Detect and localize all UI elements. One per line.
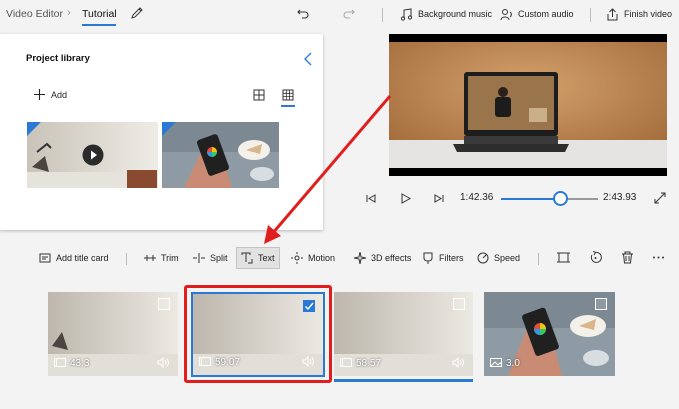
text-icon bbox=[241, 252, 253, 264]
in-use-marker bbox=[162, 122, 176, 136]
motion-icon bbox=[291, 252, 303, 264]
active-view-indicator bbox=[281, 105, 295, 107]
delete-icon[interactable] bbox=[621, 251, 634, 264]
speed-button[interactable]: Speed bbox=[473, 247, 524, 269]
image-clip-icon bbox=[490, 358, 502, 367]
title-card-icon bbox=[39, 253, 51, 263]
in-use-marker bbox=[27, 122, 41, 136]
breadcrumb-app[interactable]: Video Editor bbox=[6, 8, 63, 20]
clip-duration: 58.57 bbox=[356, 358, 382, 369]
clip-select-checkbox[interactable] bbox=[158, 298, 170, 310]
clip-progress-indicator bbox=[334, 379, 473, 382]
toolbar-divider bbox=[126, 253, 127, 265]
music-note-icon bbox=[400, 7, 413, 21]
breadcrumb-separator: › bbox=[67, 7, 71, 19]
custom-audio-icon bbox=[500, 8, 512, 20]
rotate-icon[interactable] bbox=[589, 251, 602, 264]
background-music-button[interactable]: Background music bbox=[400, 5, 492, 23]
text-label: Text bbox=[258, 253, 275, 263]
filters-label: Filters bbox=[439, 253, 464, 263]
clip-select-checkbox[interactable] bbox=[595, 298, 607, 310]
filters-icon bbox=[423, 252, 433, 264]
text-button[interactable]: Text bbox=[236, 247, 280, 269]
video-clip-icon bbox=[340, 358, 352, 367]
filters-button[interactable]: Filters bbox=[418, 247, 468, 269]
finish-video-label: Finish video bbox=[624, 9, 673, 19]
split-icon bbox=[193, 253, 205, 263]
previous-frame-icon[interactable] bbox=[366, 193, 377, 204]
custom-audio-label: Custom audio bbox=[518, 9, 574, 19]
export-icon bbox=[607, 7, 618, 20]
header-divider bbox=[590, 8, 591, 22]
volume-icon[interactable] bbox=[452, 357, 465, 368]
clip-duration: 3.0 bbox=[506, 358, 520, 369]
project-library-panel: Project library Add bbox=[0, 34, 323, 230]
play-icon[interactable] bbox=[82, 144, 104, 166]
speed-icon bbox=[477, 252, 489, 264]
3d-effects-label: 3D effects bbox=[371, 253, 412, 263]
seek-thumb[interactable] bbox=[553, 191, 569, 206]
volume-icon[interactable] bbox=[157, 357, 170, 368]
plus-icon bbox=[34, 89, 45, 100]
fullscreen-icon[interactable] bbox=[654, 192, 666, 204]
seek-progress bbox=[501, 198, 562, 200]
library-title: Project library bbox=[26, 53, 90, 64]
finish-video-button[interactable]: Finish video bbox=[606, 5, 672, 23]
edit-title-icon[interactable] bbox=[130, 6, 144, 20]
add-title-card-label: Add title card bbox=[56, 253, 109, 263]
play-button-icon[interactable] bbox=[400, 193, 411, 204]
trim-label: Trim bbox=[161, 253, 179, 263]
motion-button[interactable]: Motion bbox=[287, 247, 339, 269]
small-grid-view-icon[interactable] bbox=[282, 89, 294, 101]
preview-frame-image bbox=[389, 34, 667, 176]
highlight-annotation bbox=[184, 285, 332, 383]
library-photo-thumbnail[interactable] bbox=[162, 122, 279, 188]
3d-effects-icon bbox=[354, 252, 366, 264]
add-title-card-button[interactable]: Add title card bbox=[35, 247, 113, 269]
more-options-icon[interactable] bbox=[652, 251, 665, 264]
next-frame-icon[interactable] bbox=[433, 193, 444, 204]
speed-label: Speed bbox=[494, 253, 521, 263]
3d-effects-button[interactable]: 3D effects bbox=[350, 247, 415, 269]
background-music-label: Background music bbox=[418, 9, 493, 19]
playback-controls: 1:42.36 2:43.93 bbox=[360, 188, 675, 212]
total-time: 2:43.93 bbox=[603, 192, 637, 203]
header-divider bbox=[382, 8, 383, 22]
custom-audio-button[interactable]: Custom audio bbox=[500, 5, 574, 23]
undo-icon[interactable] bbox=[296, 6, 310, 20]
split-label: Split bbox=[210, 253, 228, 263]
title-underline bbox=[82, 24, 116, 26]
title-bar: Video Editor › Tutorial Background music… bbox=[0, 0, 679, 30]
large-grid-view-icon[interactable] bbox=[253, 89, 265, 101]
toolbar-divider bbox=[538, 253, 539, 265]
video-clip-icon bbox=[54, 358, 66, 367]
trim-icon bbox=[144, 255, 156, 261]
video-preview[interactable] bbox=[389, 34, 667, 176]
trim-button[interactable]: Trim bbox=[140, 247, 183, 269]
current-time: 1:42.36 bbox=[460, 192, 494, 203]
add-label: Add bbox=[51, 89, 68, 100]
split-button[interactable]: Split bbox=[189, 247, 232, 269]
storyboard-clip-4[interactable]: 3.0 bbox=[484, 292, 615, 376]
storyboard-clip-1[interactable]: 43.3 bbox=[48, 292, 178, 376]
motion-label: Motion bbox=[308, 253, 336, 263]
remove-black-bars-icon[interactable] bbox=[557, 251, 570, 264]
storyboard-clip-3[interactable]: 58.57 bbox=[334, 292, 473, 376]
phone-scene-image bbox=[162, 122, 279, 188]
clip-duration: 43.3 bbox=[70, 358, 90, 369]
collapse-library-icon[interactable] bbox=[303, 52, 313, 66]
library-video-thumbnail[interactable] bbox=[27, 122, 158, 188]
storyboard-toolbar: Add title card Trim Split Text Motion 3D… bbox=[0, 241, 679, 275]
project-title: Tutorial bbox=[82, 8, 117, 20]
add-media-button[interactable]: Add bbox=[34, 89, 67, 100]
redo-icon[interactable] bbox=[342, 6, 356, 20]
clip-select-checkbox[interactable] bbox=[453, 298, 465, 310]
